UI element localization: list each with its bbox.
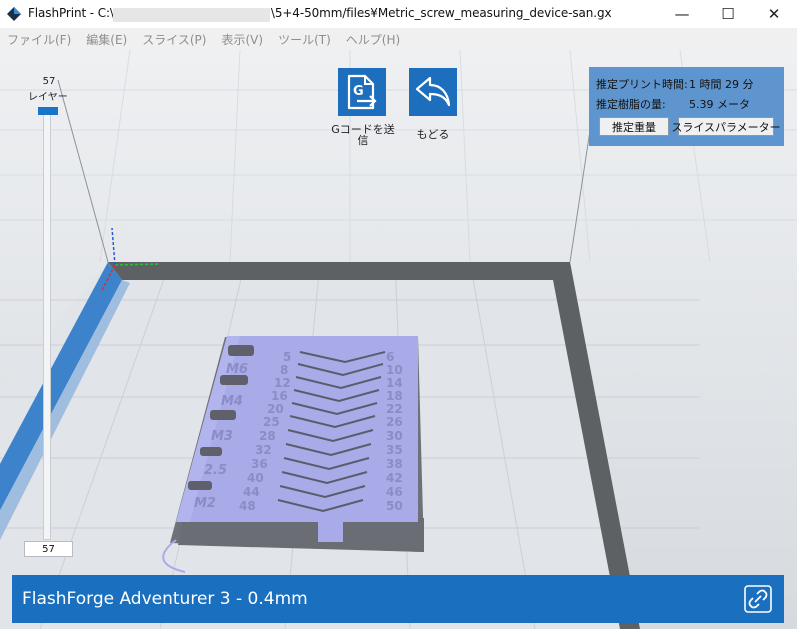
svg-text:30: 30 <box>386 429 403 443</box>
svg-text:18: 18 <box>386 389 403 403</box>
title-bar: FlashPrint - C:\ \5+4-50mm/files¥Metric_s… <box>0 0 797 28</box>
minimize-button[interactable]: — <box>659 0 705 28</box>
model-label-m3: M3 <box>211 429 233 444</box>
back-button[interactable] <box>409 68 457 116</box>
filament-value: 5.39 メータ <box>689 98 750 111</box>
svg-text:44: 44 <box>243 485 260 499</box>
connect-link-icon[interactable] <box>744 585 772 613</box>
slice-parameters-button[interactable]: スライスパラメーター <box>671 117 781 136</box>
svg-text:40: 40 <box>247 471 264 485</box>
send-gcode-button[interactable]: G <box>338 68 386 116</box>
model-label-m4: M4 <box>221 394 243 409</box>
maximize-button[interactable]: ☐ <box>705 0 751 28</box>
model-right-numbers: 6 10 14 18 22 26 30 35 38 42 46 50 <box>386 350 403 513</box>
menu-file[interactable]: ファイル(F) <box>0 31 79 48</box>
svg-text:42: 42 <box>386 471 403 485</box>
layer-max-number: 57 <box>42 76 56 87</box>
svg-text:12: 12 <box>274 376 291 390</box>
svg-text:26: 26 <box>386 415 403 429</box>
svg-text:G: G <box>353 84 364 99</box>
svg-text:48: 48 <box>239 499 256 513</box>
svg-text:50: 50 <box>386 499 403 513</box>
close-button[interactable]: ✕ <box>751 0 797 28</box>
back-arrow-icon <box>415 76 451 107</box>
svg-text:16: 16 <box>271 389 288 403</box>
svg-text:14: 14 <box>386 376 403 390</box>
model-label-2-5: 2.5 <box>204 463 227 478</box>
menu-tools[interactable]: ツール(T) <box>271 31 339 48</box>
menu-bar: ファイル(F) 編集(E) スライス(P) 表示(V) ツール(T) ヘルプ(H… <box>0 28 797 50</box>
svg-text:10: 10 <box>386 363 403 377</box>
estimate-weight-button[interactable]: 推定重量 <box>599 117 669 136</box>
menu-edit[interactable]: 編集(E) <box>79 31 135 48</box>
print-time-label: 推定プリント時間: <box>596 78 688 91</box>
svg-text:38: 38 <box>386 457 403 471</box>
svg-text:32: 32 <box>255 443 272 457</box>
printer-status-bar: FlashForge Adventurer 3 - 0.4mm <box>12 575 784 623</box>
svg-text:5: 5 <box>283 350 291 364</box>
redacted-path <box>113 8 270 22</box>
menu-slice[interactable]: スライス(P) <box>135 31 214 48</box>
layer-label: レイヤー <box>28 92 68 103</box>
send-gcode-icon: G <box>347 74 377 110</box>
layer-slider-track[interactable] <box>43 110 51 540</box>
svg-text:25: 25 <box>263 415 280 429</box>
menu-view[interactable]: 表示(V) <box>214 31 271 48</box>
filament-label: 推定樹脂の量: <box>596 98 666 111</box>
svg-text:46: 46 <box>386 485 403 499</box>
back-label: もどる <box>416 128 450 141</box>
svg-text:35: 35 <box>386 443 403 457</box>
svg-text:8: 8 <box>280 363 288 377</box>
model-label-m6: M6 <box>226 362 248 377</box>
flashprint-window: FlashPrint - C:\ \5+4-50mm/files¥Metric_s… <box>0 0 797 629</box>
print-time-value: 1 時間 29 分 <box>689 78 754 91</box>
model-label-m2: M2 <box>194 496 216 511</box>
flashprint-logo-icon <box>7 7 21 21</box>
menu-help[interactable]: ヘルプ(H) <box>339 31 408 48</box>
svg-text:36: 36 <box>251 457 268 471</box>
svg-text:28: 28 <box>259 429 276 443</box>
layer-slider-thumb[interactable] <box>38 107 58 115</box>
layer-input[interactable]: 57 <box>24 541 73 557</box>
send-gcode-label: Gコードを送信 <box>331 123 395 147</box>
svg-text:6: 6 <box>386 350 394 364</box>
svg-text:22: 22 <box>386 402 403 416</box>
svg-text:20: 20 <box>267 402 284 416</box>
printer-name: FlashForge Adventurer 3 - 0.4mm <box>22 589 308 609</box>
